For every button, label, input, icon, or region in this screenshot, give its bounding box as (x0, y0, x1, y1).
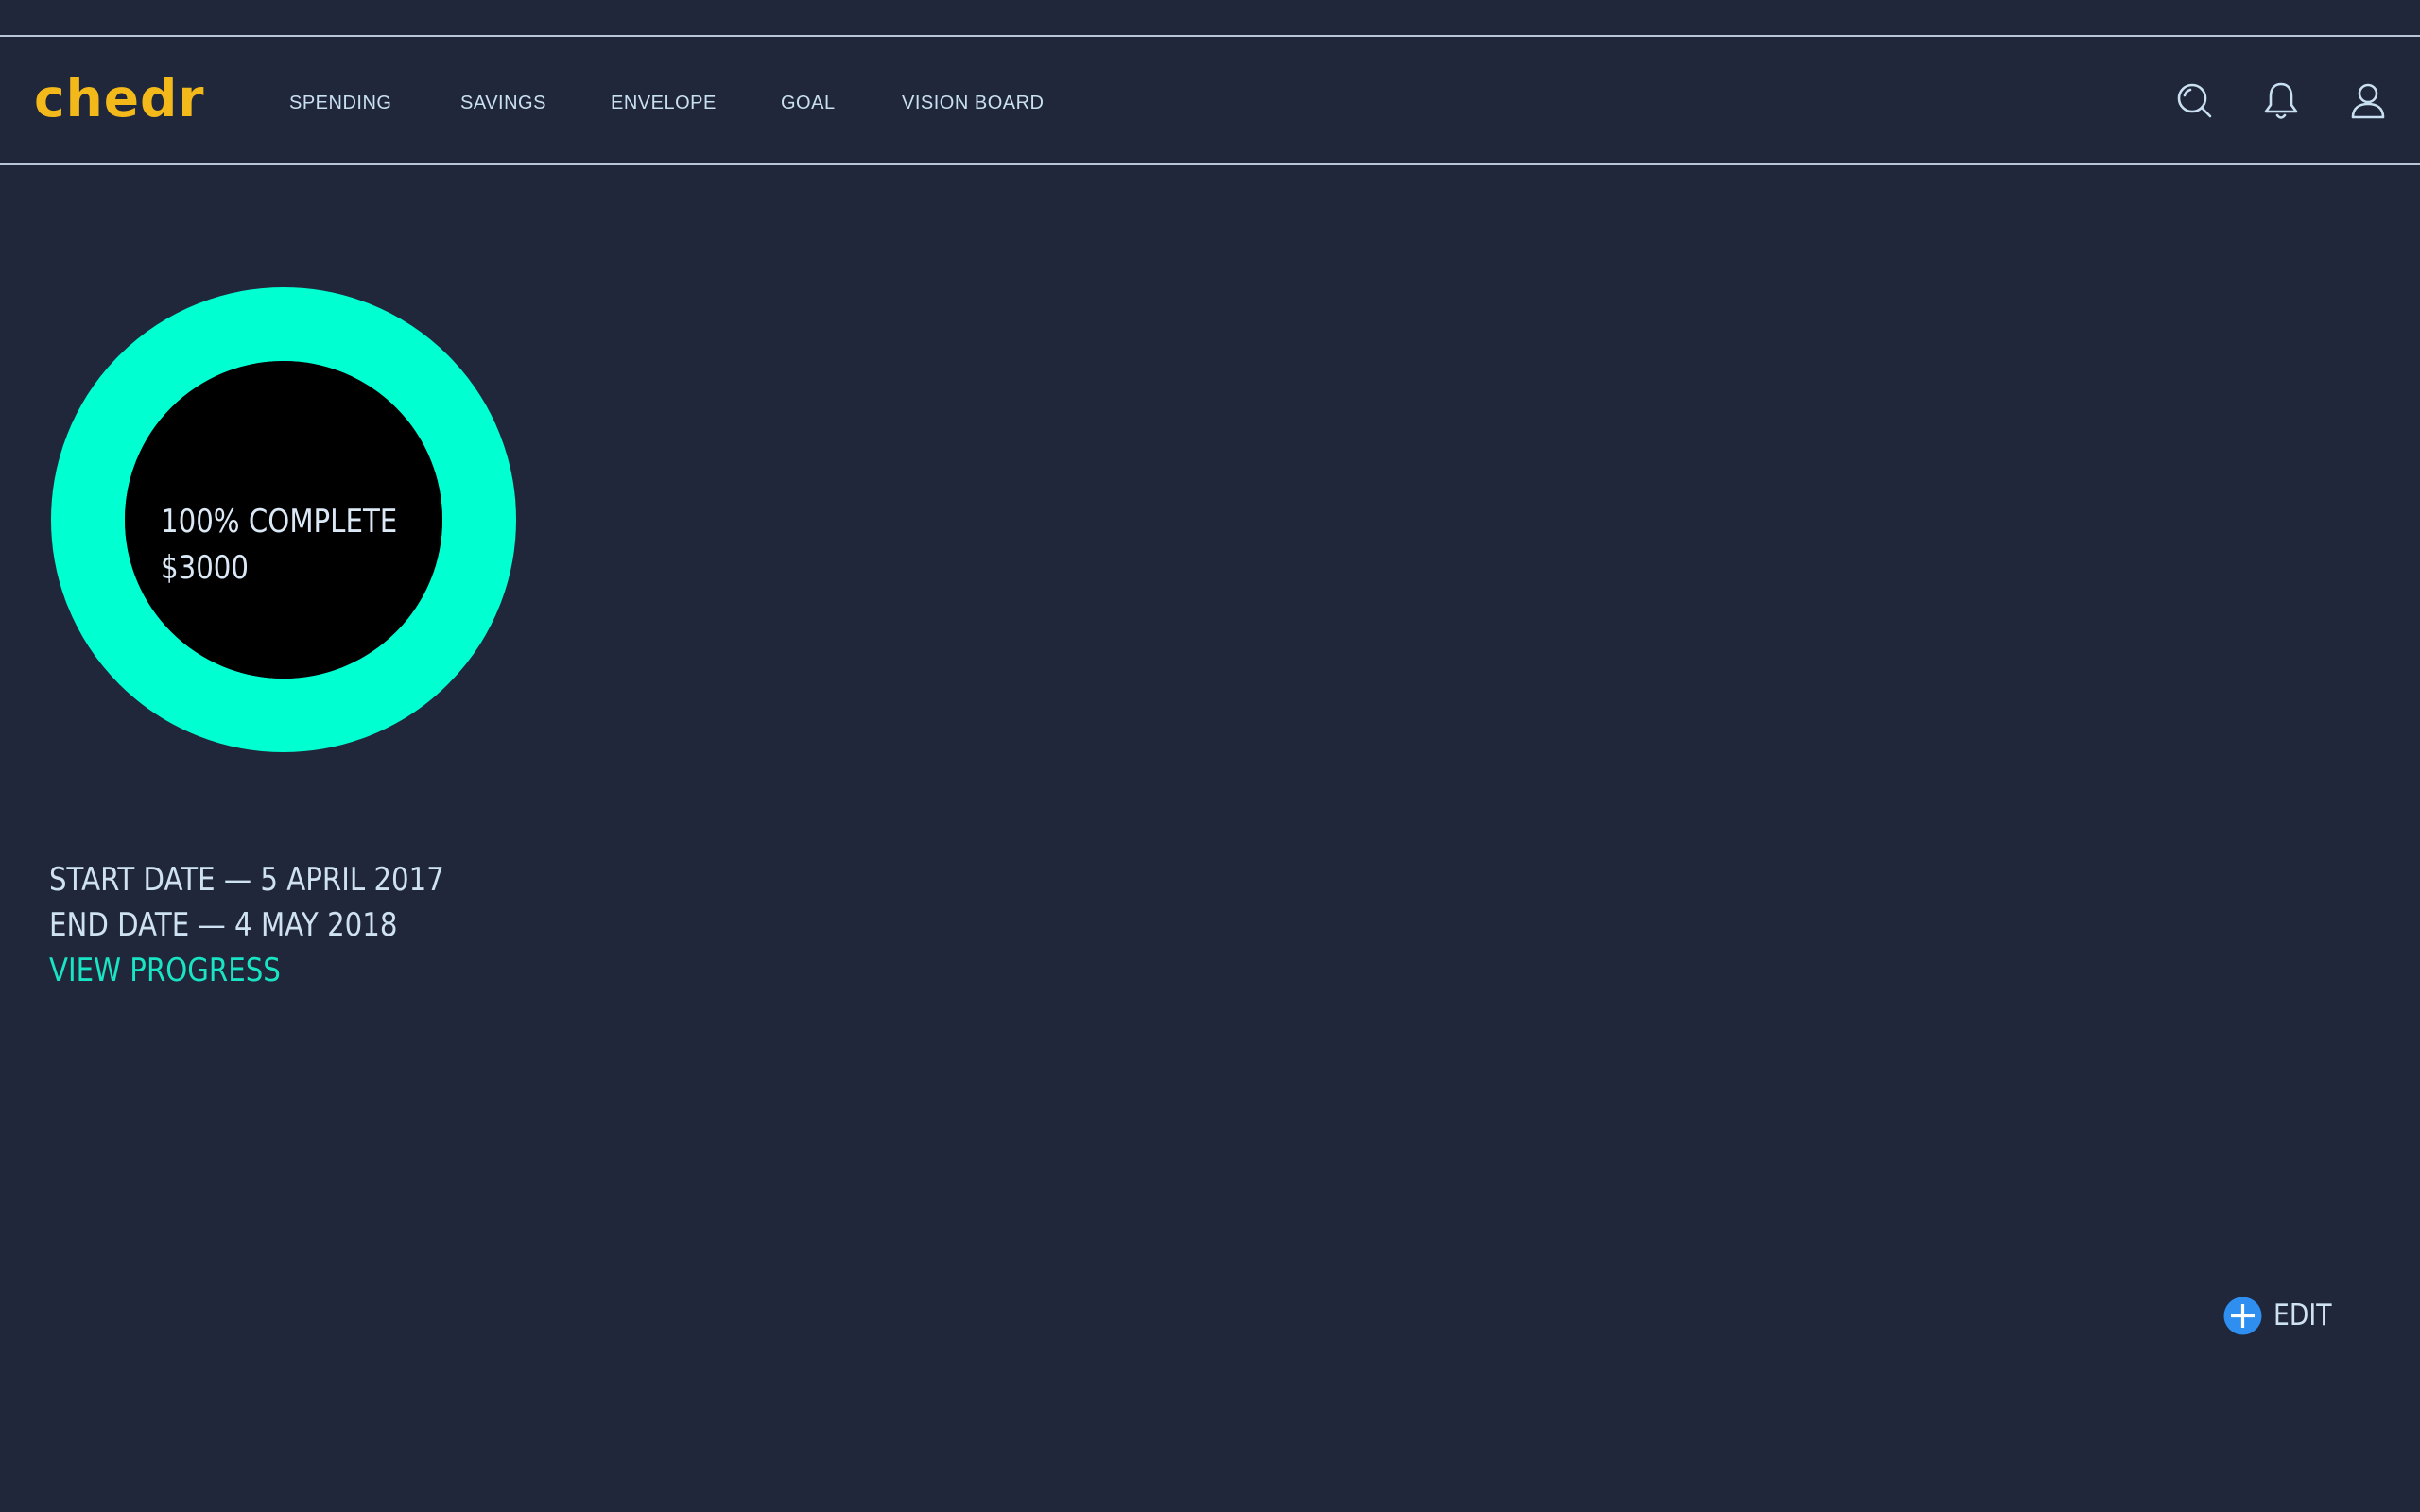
start-date: START DATE — 5 APRIL 2017 (49, 861, 444, 899)
nav-item-goal[interactable]: GOAL (781, 94, 836, 112)
goal-progress-ring: 100% COMPLETE $3000 (49, 285, 518, 754)
plus-circle-icon (2223, 1297, 2262, 1334)
nav-item-envelope[interactable]: ENVELOPE (611, 94, 717, 112)
bell-icon[interactable] (2258, 78, 2304, 124)
view-progress-link[interactable]: VIEW PROGRESS (49, 954, 281, 987)
end-date: END DATE — 4 MAY 2018 (49, 906, 398, 944)
user-icon[interactable] (2345, 78, 2391, 124)
goal-amount: $3000 (161, 549, 250, 587)
app-logo[interactable]: chedr (34, 73, 205, 125)
nav-item-spending[interactable]: SPENDING (289, 94, 391, 112)
nav-item-vision-board[interactable]: VISION BOARD (902, 94, 1044, 112)
progress-percent-label: 100% COMPLETE (161, 503, 398, 541)
app-page: chedr SPENDING SAVINGS ENVELOPE GOAL VIS… (0, 0, 2420, 1512)
edit-label: EDIT (2273, 1297, 2332, 1332)
edit-button[interactable]: EDIT (2223, 1296, 2342, 1335)
top-navigation-bar: chedr SPENDING SAVINGS ENVELOPE GOAL VIS… (0, 35, 2420, 165)
nav-item-savings[interactable]: SAVINGS (460, 94, 546, 112)
search-icon[interactable] (2172, 78, 2218, 124)
